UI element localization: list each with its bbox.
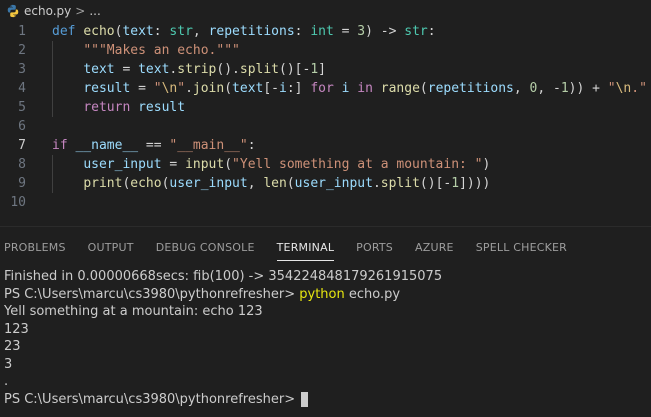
python-file-icon — [7, 4, 19, 18]
line-number: 9 — [18, 176, 26, 191]
tab-azure[interactable]: AZURE — [404, 236, 465, 258]
terminal-line: . — [4, 374, 9, 390]
terminal-line: 3 — [4, 356, 13, 372]
terminal-line: PS C:\Users\marcu\cs3980\pythonrefresher… — [4, 286, 644, 304]
panel-tabs: PROBLEMS OUTPUT DEBUG CONSOLE TERMINAL P… — [0, 236, 651, 261]
terminal-line: 123 — [4, 321, 29, 337]
line-number: 10 — [10, 195, 26, 210]
line-number: 5 — [18, 100, 26, 115]
terminal-line: Finished in 0.00000668secs: fib(100) -> … — [4, 269, 443, 285]
breadcrumb-more[interactable]: ... — [89, 4, 100, 18]
line-number: 4 — [18, 81, 26, 96]
terminal-prompt: PS C:\Users\marcu\cs3980\pythonrefresher… — [4, 286, 296, 302]
breadcrumb: echo.py > ... — [0, 0, 651, 22]
tab-ports[interactable]: PORTS — [345, 236, 404, 258]
line-number: 3 — [18, 62, 26, 77]
breadcrumb-file[interactable]: echo.py — [24, 4, 71, 18]
panel-divider[interactable] — [0, 226, 651, 227]
line-number: 6 — [18, 119, 26, 134]
code-line[interactable]: 5 return result — [0, 98, 651, 117]
code-line[interactable]: 2 """Makes an echo.""" — [0, 41, 651, 60]
tab-terminal[interactable]: TERMINAL — [266, 236, 346, 261]
code-line[interactable]: 4 result = "\n".join(text[-i:] for i in … — [0, 79, 651, 98]
terminal-line: PS C:\Users\marcu\cs3980\pythonrefresher… — [4, 391, 644, 409]
terminal-line: Yell something at a mountain: echo 123 — [4, 304, 263, 320]
line-number: 7 — [18, 138, 26, 153]
terminal-command-arg: echo.py — [348, 286, 401, 302]
terminal-command: python — [299, 286, 345, 302]
code-line[interactable]: 9 print(echo(user_input, len(user_input.… — [0, 174, 651, 193]
tab-debug-console[interactable]: DEBUG CONSOLE — [145, 236, 266, 258]
line-number: 8 — [18, 157, 26, 172]
terminal-prompt: PS C:\Users\marcu\cs3980\pythonrefresher… — [4, 391, 296, 407]
line-number: 1 — [18, 24, 26, 39]
line-number: 2 — [18, 43, 26, 58]
tab-problems[interactable]: PROBLEMS — [0, 236, 77, 258]
tab-spell-checker[interactable]: SPELL CHECKER — [465, 236, 578, 258]
terminal-line: 23 — [4, 339, 21, 355]
code-line[interactable]: 3 text = text.strip().split()[-1] — [0, 60, 651, 79]
code-line[interactable]: 8 user_input = input("Yell something at … — [0, 155, 651, 174]
terminal-cursor — [301, 391, 309, 407]
tab-output[interactable]: OUTPUT — [77, 236, 145, 258]
code-line[interactable]: 1 def echo(text: str, repetitions: int =… — [0, 22, 651, 41]
terminal-output[interactable]: Finished in 0.00000668secs: fib(100) -> … — [4, 268, 644, 408]
code-line[interactable]: 6 — [0, 117, 651, 136]
chevron-right-icon: > — [75, 4, 86, 18]
code-line[interactable]: 10 — [0, 193, 651, 212]
code-editor[interactable]: 1 def echo(text: str, repetitions: int =… — [0, 22, 651, 220]
code-line[interactable]: 7 if __name__ == "__main__": — [0, 136, 651, 155]
